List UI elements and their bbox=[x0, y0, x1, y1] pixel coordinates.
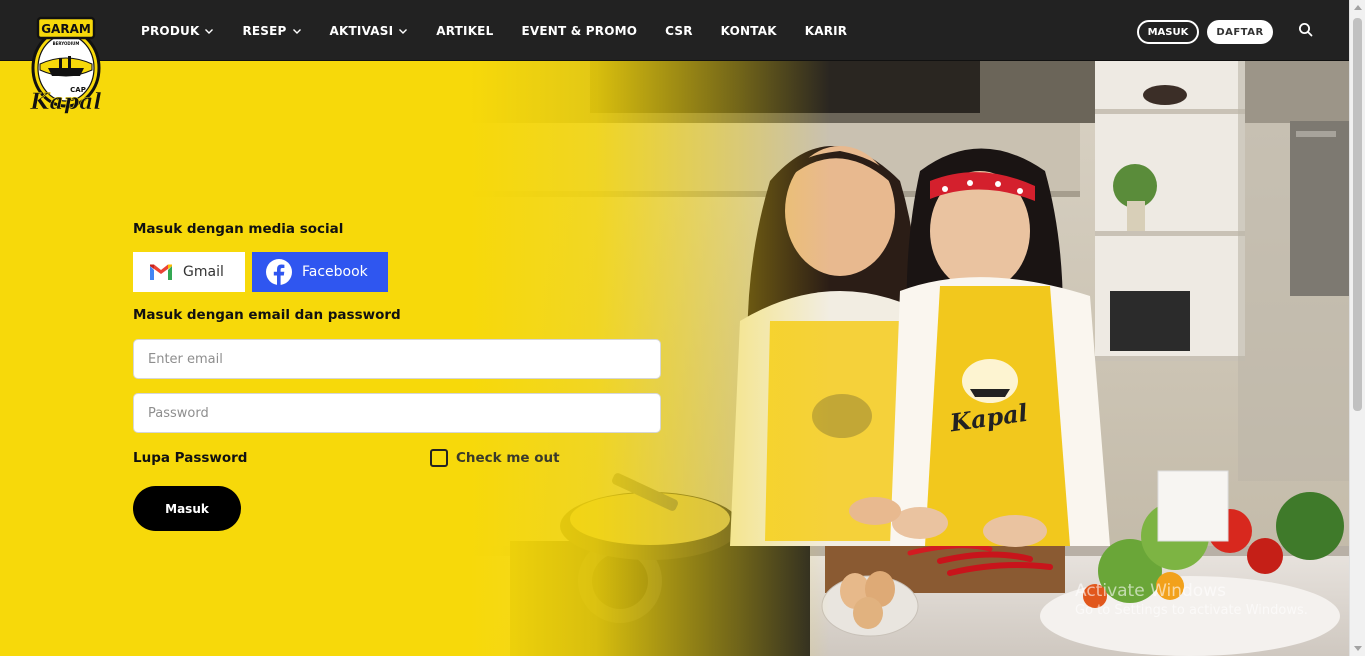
nav-item-artikel[interactable]: ARTIKEL bbox=[436, 24, 493, 38]
nav-item-label: AKTIVASI bbox=[329, 23, 394, 38]
main-nav: PRODUK RESEP AKTIVASI ARTIKEL EVENT & PR… bbox=[141, 0, 875, 61]
password-field[interactable] bbox=[133, 393, 661, 433]
facebook-login-label: Facebook bbox=[302, 264, 368, 280]
page-scrollbar[interactable] bbox=[1349, 0, 1365, 656]
facebook-login-button[interactable]: Facebook bbox=[252, 252, 388, 292]
chevron-down-icon bbox=[292, 28, 301, 34]
nav-item-csr[interactable]: CSR bbox=[665, 24, 693, 38]
email-field[interactable] bbox=[133, 339, 661, 379]
email-login-title: Masuk dengan email dan password bbox=[133, 307, 401, 323]
nav-item-aktivasi[interactable]: AKTIVASI bbox=[330, 24, 409, 38]
top-navbar: PRODUK RESEP AKTIVASI ARTIKEL EVENT & PR… bbox=[0, 0, 1349, 61]
login-button[interactable]: MASUK bbox=[1137, 20, 1199, 44]
scrollbar-thumb[interactable] bbox=[1353, 18, 1362, 411]
brand-logo-top-text: GARAM bbox=[41, 22, 91, 36]
forgot-password-link[interactable]: Lupa Password bbox=[133, 450, 247, 466]
nav-item-label: ARTIKEL bbox=[436, 23, 494, 38]
gmail-icon bbox=[150, 264, 172, 280]
register-button[interactable]: DAFTAR bbox=[1207, 20, 1273, 44]
check-me-out-label: Check me out bbox=[456, 450, 560, 466]
activate-windows-watermark: Activate Windows Go to Settings to activ… bbox=[1075, 581, 1308, 618]
watermark-line2: Go to Settings to activate Windows. bbox=[1075, 603, 1308, 618]
check-me-out-checkbox[interactable]: Check me out bbox=[430, 449, 560, 467]
nav-item-label: KARIR bbox=[804, 23, 848, 38]
search-icon[interactable] bbox=[1297, 21, 1315, 39]
nav-item-label: CSR bbox=[665, 23, 693, 38]
scroll-down-arrow-icon[interactable] bbox=[1354, 646, 1362, 651]
nav-item-resep[interactable]: RESEP bbox=[242, 24, 301, 38]
gmail-login-button[interactable]: Gmail bbox=[133, 252, 245, 292]
nav-item-produk[interactable]: PRODUK bbox=[141, 24, 214, 38]
login-section: Kapal Masuk dengan media social Gmail Fa… bbox=[0, 61, 1349, 656]
nav-item-label: EVENT & PROMO bbox=[521, 23, 638, 38]
nav-item-label: RESEP bbox=[242, 23, 287, 38]
chevron-down-icon bbox=[399, 28, 408, 34]
checkbox-box[interactable] bbox=[430, 449, 448, 467]
brand-logo-kapal-text: Kapal bbox=[29, 89, 101, 115]
social-login-title: Masuk dengan media social bbox=[133, 221, 344, 237]
nav-item-event-promo[interactable]: EVENT & PROMO bbox=[521, 24, 637, 38]
facebook-icon bbox=[266, 259, 292, 285]
watermark-line1: Activate Windows bbox=[1075, 581, 1226, 601]
nav-item-label: PRODUK bbox=[141, 23, 200, 38]
nav-item-label: KONTAK bbox=[720, 23, 777, 38]
chevron-down-icon bbox=[205, 28, 214, 34]
brand-logo-small-text: BERYODIUM bbox=[53, 41, 80, 46]
submit-login-button[interactable]: Masuk bbox=[133, 486, 241, 531]
nav-item-kontak[interactable]: KONTAK bbox=[721, 24, 777, 38]
gmail-login-label: Gmail bbox=[183, 264, 224, 280]
nav-item-karir[interactable]: KARIR bbox=[805, 24, 848, 38]
scroll-up-arrow-icon[interactable] bbox=[1354, 5, 1362, 10]
brand-logo[interactable]: GARAM BERYODIUM CAP Kapal bbox=[26, 12, 106, 120]
